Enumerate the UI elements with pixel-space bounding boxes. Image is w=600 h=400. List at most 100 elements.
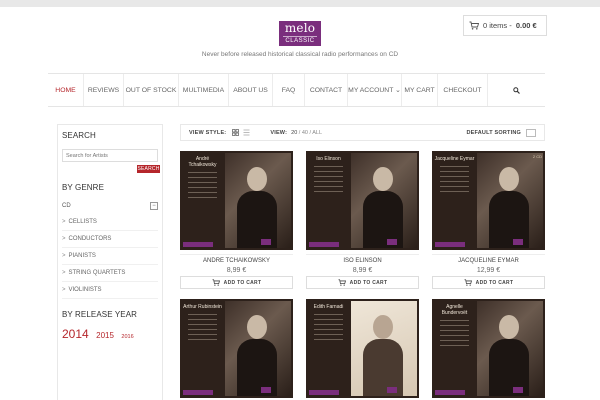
add-to-cart-button[interactable]: ADD TO CART bbox=[432, 276, 545, 289]
search-row bbox=[62, 149, 158, 162]
catalog-toolbar: VIEW STYLE: VIEW: 20 / 40 / ALL DEFAULT … bbox=[180, 124, 545, 141]
product-cover[interactable]: Edith Farnadi bbox=[306, 299, 419, 398]
year-link-2014[interactable]: 2014 bbox=[62, 327, 89, 341]
melo-logo-mark bbox=[387, 239, 397, 245]
cart-separator: - bbox=[507, 21, 514, 30]
chevron-right-icon: > bbox=[62, 253, 66, 259]
genre-item-pianists[interactable]: > PIANISTS bbox=[62, 248, 158, 265]
product-card: André Tchaikowsky ANDRE TCHAIKOWSKY 8,99… bbox=[180, 151, 293, 289]
nav-search[interactable] bbox=[488, 74, 545, 106]
genre-item-conductors[interactable]: > CONDUCTORS bbox=[62, 231, 158, 248]
cart-icon bbox=[338, 279, 346, 286]
search-button[interactable]: SEARCH bbox=[137, 165, 160, 173]
cover-text-panel: Arthur Rubinstein bbox=[182, 301, 223, 396]
release-badge bbox=[183, 390, 213, 395]
genre-label: STRING QUARTETS bbox=[68, 270, 126, 276]
cart-icon bbox=[464, 279, 472, 286]
mini-cart[interactable]: 0 items - 0.00 € bbox=[463, 15, 547, 36]
genre-cd-row[interactable]: CD − bbox=[62, 202, 158, 210]
search-icon bbox=[513, 86, 520, 94]
collapse-toggle[interactable]: − bbox=[150, 202, 158, 210]
view-style-label: VIEW STYLE: bbox=[189, 129, 227, 136]
view-count-other[interactable]: / 40 / ALL bbox=[299, 130, 322, 136]
add-to-cart-button[interactable]: ADD TO CART bbox=[180, 276, 293, 289]
cover-text-panel: Jacqueline Eymar bbox=[434, 153, 475, 248]
nav-my-account[interactable]: MY ACCOUNT ⌄ bbox=[348, 74, 402, 106]
product-cover[interactable]: Agnelle Bundervoët bbox=[432, 299, 545, 398]
cover-text-panel: André Tchaikowsky bbox=[182, 153, 223, 248]
artist-photo bbox=[225, 301, 291, 396]
cart-amount: 0.00 € bbox=[515, 21, 537, 30]
logo-line2: CLASSIC bbox=[283, 36, 317, 45]
chevron-right-icon: > bbox=[62, 219, 66, 225]
genre-label: CELLISTS bbox=[68, 219, 97, 225]
site-tagline: Never before released historical classic… bbox=[201, 51, 399, 58]
genre-title: BY GENRE bbox=[62, 183, 104, 192]
nav-reviews[interactable]: REVIEWS bbox=[84, 74, 124, 106]
release-badge bbox=[183, 242, 213, 247]
chevron-right-icon: > bbox=[62, 287, 66, 293]
nav-home[interactable]: HOME bbox=[48, 74, 84, 106]
view-count-label: VIEW: bbox=[270, 129, 288, 136]
genre-label: VIOLINISTS bbox=[68, 287, 102, 293]
add-to-cart-button[interactable]: ADD TO CART bbox=[306, 276, 419, 289]
view-count-selected[interactable]: 20 bbox=[291, 130, 297, 136]
year-link-2016[interactable]: 2016 bbox=[121, 334, 133, 340]
product-cover[interactable]: Iso Elinson bbox=[306, 151, 419, 250]
list-view-icon[interactable] bbox=[243, 129, 250, 136]
year-link-2015[interactable]: 2015 bbox=[96, 331, 114, 340]
nav-checkout[interactable]: CHECKOUT bbox=[438, 74, 488, 106]
melo-logo-mark bbox=[387, 387, 397, 393]
search-title: SEARCH bbox=[62, 131, 96, 140]
melo-logo-mark bbox=[261, 387, 271, 393]
release-year-title: BY RELEASE YEAR bbox=[62, 310, 138, 319]
artist-search-input[interactable] bbox=[62, 149, 158, 162]
product-name[interactable]: ISO ELINSON bbox=[306, 254, 419, 264]
artist-photo bbox=[351, 301, 417, 396]
site-logo[interactable]: melo CLASSIC bbox=[279, 21, 321, 46]
sidebar: SEARCH SEARCH BY GENRE CD − >CELLISTS >C… bbox=[57, 124, 163, 400]
cover-artist: Iso Elinson bbox=[316, 156, 341, 162]
nav-contact[interactable]: CONTACT bbox=[305, 74, 348, 106]
nav-faq[interactable]: FAQ bbox=[273, 74, 305, 106]
nav-my-cart[interactable]: MY CART bbox=[402, 74, 438, 106]
product-cover[interactable]: Jacqueline Eymar 2 CD bbox=[432, 151, 545, 250]
product-price: 8,99 € bbox=[226, 267, 247, 274]
nav-out-of-stock[interactable]: OUT OF STOCK bbox=[124, 74, 179, 106]
nav-multimedia[interactable]: MULTIMEDIA bbox=[179, 74, 229, 106]
release-badge bbox=[435, 242, 465, 247]
genre-label: CONDUCTORS bbox=[68, 236, 112, 242]
genre-item-cellists[interactable]: > CELLISTS bbox=[62, 214, 158, 231]
cover-artist: Agnelle Bundervoët bbox=[441, 304, 468, 316]
main-navigation: HOME REVIEWS OUT OF STOCK MULTIMEDIA ABO… bbox=[48, 73, 545, 107]
nav-about-us[interactable]: ABOUT US bbox=[229, 74, 273, 106]
chevron-right-icon: > bbox=[62, 236, 66, 242]
product-cover[interactable]: Arthur Rubinstein bbox=[180, 299, 293, 398]
cart-icon bbox=[212, 279, 220, 286]
artist-photo bbox=[477, 153, 543, 248]
genre-item-string-quartets[interactable]: > STRING QUARTETS bbox=[62, 265, 158, 282]
release-badge bbox=[435, 390, 465, 395]
artist-photo bbox=[225, 153, 291, 248]
cover-artist: Edith Farnadi bbox=[313, 304, 344, 310]
grid-view-icon[interactable] bbox=[232, 129, 240, 136]
product-name[interactable]: JACQUELINE EYMAR bbox=[432, 254, 545, 264]
add-to-cart-label: ADD TO CART bbox=[223, 279, 262, 286]
genre-item-violinists[interactable]: > VIOLINISTS bbox=[62, 282, 158, 299]
sort-dropdown[interactable] bbox=[526, 128, 536, 137]
year-cloud: 2014 2015 2016 bbox=[62, 325, 158, 343]
cover-artist: Arthur Rubinstein bbox=[183, 304, 222, 310]
product-cover[interactable]: André Tchaikowsky bbox=[180, 151, 293, 250]
cart-items-count: 0 items bbox=[483, 21, 508, 30]
logo-line1: melo bbox=[284, 21, 316, 35]
product-name[interactable]: ANDRE TCHAIKOWSKY bbox=[180, 254, 293, 264]
cover-text-panel: Iso Elinson bbox=[308, 153, 349, 248]
genre-label: PIANISTS bbox=[68, 253, 96, 259]
artist-photo bbox=[477, 301, 543, 396]
genre-cd-label: CD bbox=[62, 203, 71, 209]
release-badge bbox=[309, 390, 339, 395]
product-price: 8,99 € bbox=[352, 267, 373, 274]
release-badge bbox=[309, 242, 339, 247]
top-strip bbox=[0, 0, 600, 7]
view-count-options: 20 / 40 / ALL bbox=[291, 130, 322, 136]
